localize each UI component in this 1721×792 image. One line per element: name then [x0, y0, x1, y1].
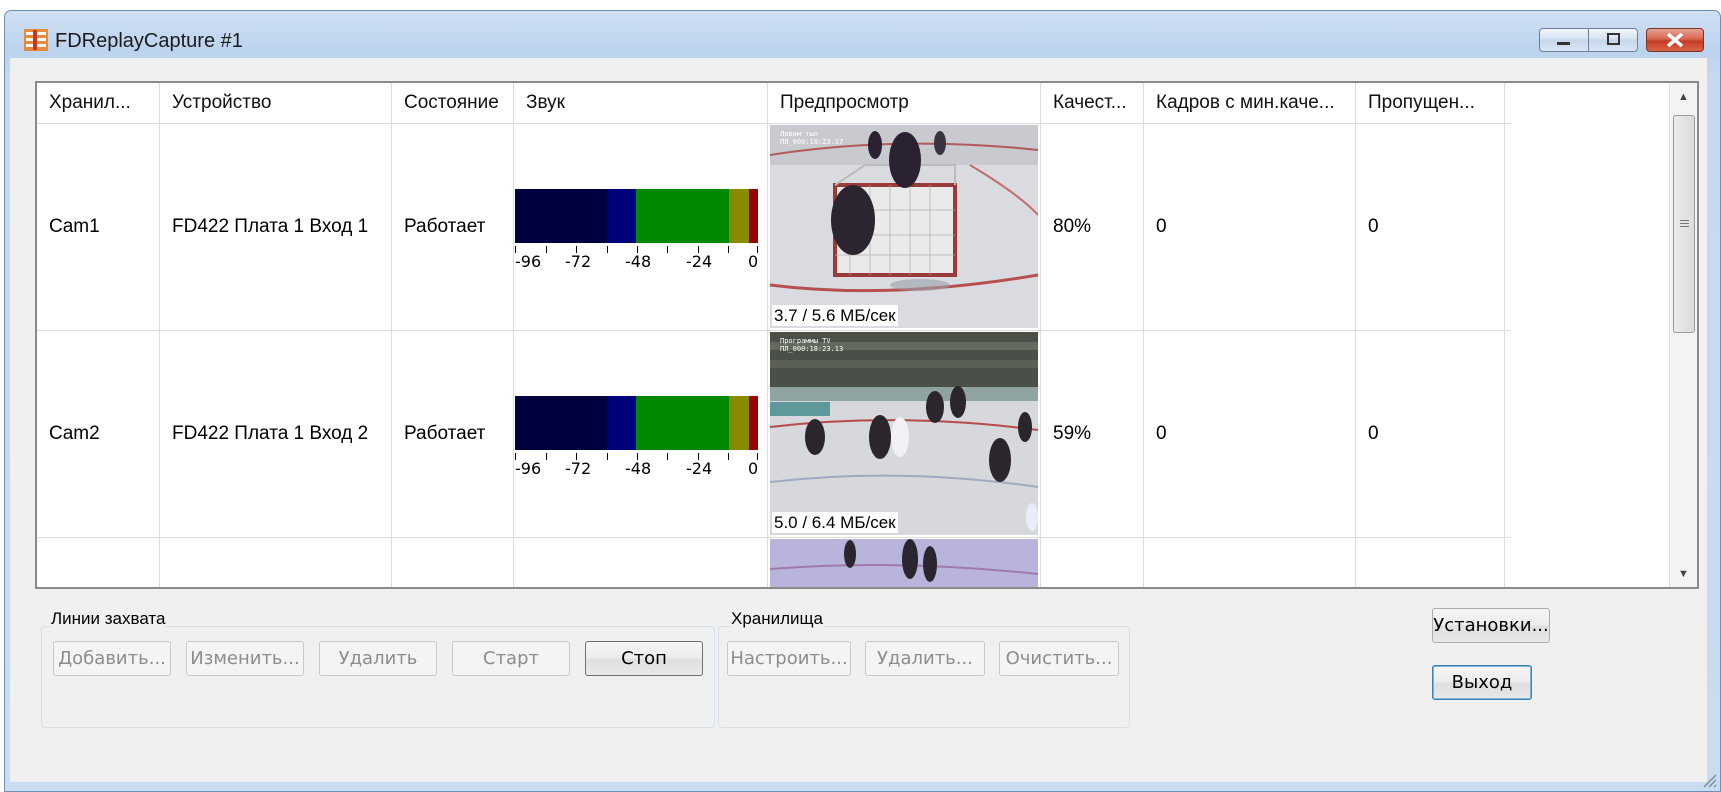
configure-storage-button[interactable]: Настроить... [727, 641, 851, 676]
scroll-up-arrow-icon[interactable]: ▲ [1670, 83, 1697, 110]
level-bar-high [729, 396, 749, 450]
scale-label: 0 [748, 252, 759, 271]
column-header-device[interactable]: Устройство [160, 83, 392, 123]
level-bar-mid-low [607, 396, 636, 450]
dropped-cell: 0 [1356, 124, 1505, 330]
column-header-min-quality-frames[interactable]: Кадров с мин.каче... [1144, 83, 1356, 123]
dropped-cell: 0 [1356, 331, 1505, 537]
capture-lines-group-label: Линии захвата [50, 609, 167, 629]
add-capture-line-button[interactable]: Добавить... [53, 641, 171, 676]
minimize-icon [1557, 42, 1570, 45]
column-header-dropped[interactable]: Пропущен... [1356, 83, 1505, 123]
preview-osd-text: Программы TV ПЛ_000:18:23.13 [780, 337, 844, 353]
close-button[interactable] [1646, 28, 1704, 52]
resize-grip-icon[interactable] [1699, 770, 1717, 788]
scale-label: -96 [515, 459, 542, 478]
scale-label: -96 [515, 252, 542, 271]
state-cell [392, 538, 514, 587]
column-header-storage[interactable]: Хранил... [37, 83, 160, 123]
delete-capture-line-button[interactable]: Удалить [319, 641, 437, 676]
min-quality-frames-cell: 0 [1144, 124, 1356, 330]
device-cell [160, 538, 392, 587]
audio-level-meter [515, 396, 758, 450]
edit-capture-line-button[interactable]: Изменить... [186, 641, 304, 676]
quality-cell: 59% [1041, 331, 1144, 537]
scrollbar-thumb[interactable] [1673, 115, 1695, 333]
scroll-down-arrow-icon[interactable]: ▼ [1670, 560, 1697, 587]
dropped-cell [1356, 538, 1505, 587]
app-icon [24, 29, 48, 51]
quality-cell [1041, 538, 1144, 587]
sound-cell [514, 538, 768, 587]
table-row[interactable]: Cam2 FD422 Плата 1 Вход 2 Работает -96 -… [37, 331, 1511, 538]
hockey-rink-image [770, 332, 1038, 535]
close-icon [1666, 32, 1684, 48]
level-bar-normal [636, 396, 729, 450]
audio-scale: -96 -72 -48 -24 0 [515, 246, 765, 276]
device-cell: FD422 Плата 1 Вход 1 [160, 124, 392, 330]
table-row[interactable]: Cam1 FD422 Плата 1 Вход 1 Работает -96 -… [37, 124, 1511, 331]
window-title: FDReplayCapture #1 [55, 30, 243, 52]
state-cell: Работает [392, 124, 514, 330]
scale-label: -48 [625, 252, 652, 271]
vertical-scrollbar[interactable]: ▲ ▼ [1669, 83, 1697, 587]
min-quality-frames-cell [1144, 538, 1356, 587]
scale-label: -24 [686, 459, 713, 478]
level-bar-low [515, 396, 607, 450]
column-header-state[interactable]: Состояние [392, 83, 514, 123]
clear-storage-button[interactable]: Очистить... [999, 641, 1119, 676]
table-row[interactable] [37, 538, 1511, 587]
start-button[interactable]: Старт [452, 641, 570, 676]
minimize-button[interactable] [1539, 28, 1589, 52]
level-bar-clip [749, 396, 758, 450]
scale-label: -48 [625, 459, 652, 478]
level-bar-low [515, 189, 607, 243]
settings-button[interactable]: Установки... [1432, 608, 1550, 643]
column-header-quality[interactable]: Качест... [1041, 83, 1144, 123]
storage-cell: Cam1 [37, 124, 160, 330]
level-bar-clip [749, 189, 758, 243]
stop-button[interactable]: Стоп [585, 641, 703, 676]
level-bar-normal [636, 189, 729, 243]
audio-level-meter [515, 189, 758, 243]
hockey-goal-image [770, 125, 1038, 328]
hockey-preview-image [770, 539, 1038, 587]
scale-label: -24 [686, 252, 713, 271]
exit-button[interactable]: Выход [1432, 665, 1532, 700]
scale-label: -72 [565, 252, 592, 271]
column-header-sound[interactable]: Звук [514, 83, 768, 123]
storage-cell [37, 538, 160, 587]
capture-lines-table[interactable]: Хранил... Устройство Состояние Звук Пред… [35, 81, 1699, 589]
maximize-icon [1607, 33, 1620, 45]
storages-group-label: Хранилища [730, 609, 824, 629]
table-header: Хранил... Устройство Состояние Звук Пред… [37, 83, 1511, 124]
video-preview: Ловим тыл ПЛ_000:18:23.17 3.7 / 5.6 МБ/се… [770, 125, 1038, 328]
level-bar-mid-low [607, 189, 636, 243]
bitrate-label: 5.0 / 6.4 МБ/сек [772, 512, 898, 533]
delete-storage-button[interactable]: Удалить... [865, 641, 985, 676]
state-cell: Работает [392, 331, 514, 537]
video-preview: Программы TV ПЛ_000:18:23.13 5.0 / 6.4 МБ… [770, 332, 1038, 535]
level-bar-high [729, 189, 749, 243]
min-quality-frames-cell: 0 [1144, 331, 1356, 537]
column-header-preview[interactable]: Предпросмотр [768, 83, 1041, 123]
maximize-button[interactable] [1588, 28, 1638, 52]
video-preview [770, 539, 1038, 587]
audio-scale: -96 -72 -48 -24 0 [515, 453, 765, 483]
quality-cell: 80% [1041, 124, 1144, 330]
scale-label: 0 [748, 459, 759, 478]
storage-cell: Cam2 [37, 331, 160, 537]
scale-label: -72 [565, 459, 592, 478]
device-cell: FD422 Плата 1 Вход 2 [160, 331, 392, 537]
bitrate-label: 3.7 / 5.6 МБ/сек [772, 305, 898, 326]
preview-osd-text: Ловим тыл ПЛ_000:18:23.17 [780, 130, 844, 146]
